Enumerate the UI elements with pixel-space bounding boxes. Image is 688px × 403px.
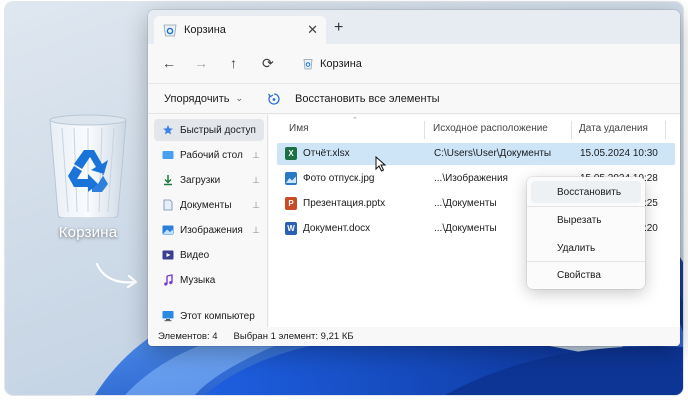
sidebar-item-documents[interactable]: Документы ⊥: [154, 194, 264, 216]
context-menu-restore[interactable]: Восстановить: [531, 181, 641, 203]
column-divider[interactable]: [424, 121, 425, 139]
command-bar: Упорядочить ⌄ Восстановить все элементы: [148, 84, 680, 114]
column-header-location[interactable]: Исходное расположение: [433, 123, 548, 134]
file-location: ...\Изображения: [434, 173, 508, 184]
file-explorer-window: Корзина ✕ + ← → ↑ ⟳ Корзина Упорядочить …: [148, 10, 680, 346]
up-icon[interactable]: ↑: [230, 55, 237, 71]
context-menu-delete[interactable]: Удалить: [531, 237, 641, 259]
curved-arrow-icon: [95, 262, 138, 289]
sidebar-item-label: Музыка: [180, 274, 216, 286]
restore-icon[interactable]: [267, 92, 281, 106]
sidebar-item-label: Документы: [180, 199, 232, 211]
sidebar-item-label: Изображения: [180, 224, 243, 236]
menu-divider: [527, 261, 645, 262]
sort-indicator-icon: ⌃: [352, 117, 358, 124]
file-date: 15.05.2024 10:30: [580, 148, 658, 159]
pin-icon: ⊥: [252, 149, 260, 160]
file-name: Фото отпуск.jpg: [303, 173, 375, 184]
sidebar-item-desktop[interactable]: Рабочий стол ⊥: [154, 144, 264, 166]
sidebar-item-label: Быстрый доступ: [180, 124, 256, 136]
documents-folder-icon: [162, 199, 174, 211]
word-file-icon: W: [285, 222, 297, 235]
back-icon[interactable]: ←: [162, 55, 176, 71]
file-location: C:\Users\User\Документы: [434, 148, 552, 159]
title-bar: Корзина ✕ +: [148, 10, 680, 44]
powerpoint-file-icon: P: [285, 197, 297, 210]
column-divider[interactable]: [665, 121, 666, 139]
column-divider[interactable]: [571, 121, 572, 139]
context-menu-properties[interactable]: Свойства: [531, 264, 641, 286]
music-folder-icon: [162, 274, 174, 286]
context-menu: Восстановить Вырезать Удалить Свойства: [527, 177, 645, 289]
selection-info: Выбран 1 элемент: 9,21 КБ: [233, 331, 354, 342]
context-menu-cut[interactable]: Вырезать: [531, 209, 641, 231]
tab-title: Корзина: [184, 24, 226, 36]
file-location: ...\Документы: [434, 223, 497, 234]
sidebar-item-pictures[interactable]: Изображения ⊥: [154, 219, 264, 241]
column-header-date[interactable]: Дата удаления: [579, 123, 648, 134]
recycle-bin-address-icon: [302, 58, 314, 70]
sidebar-item-videos[interactable]: Видео: [154, 244, 264, 266]
file-name: Отчёт.xlsx: [303, 148, 350, 159]
image-file-icon: [285, 172, 297, 185]
address-text: Корзина: [320, 58, 362, 70]
file-name: Документ.docx: [303, 223, 371, 234]
sidebar-item-quick-access[interactable]: Быстрый доступ: [154, 119, 264, 141]
close-tab-icon[interactable]: ✕: [307, 22, 318, 38]
refresh-icon[interactable]: ⟳: [262, 55, 274, 72]
file-row[interactable]: X Отчёт.xlsx C:\Users\User\Документы 15.…: [277, 143, 675, 165]
recycle-bin-icon: [49, 114, 127, 218]
tab-recycle-bin[interactable]: Корзина ✕: [154, 16, 326, 44]
address-bar[interactable]: Корзина: [298, 52, 678, 76]
file-location: ...\Документы: [434, 198, 497, 209]
item-count: Элементов: 4: [158, 331, 218, 342]
mouse-cursor-icon: [375, 156, 387, 172]
desktop-recycle-bin[interactable]: Корзина: [33, 112, 143, 241]
video-folder-icon: [162, 249, 174, 261]
navigation-bar: ← → ↑ ⟳ Корзина: [148, 44, 680, 84]
recycle-bin-small-icon: [162, 23, 178, 37]
computer-icon: [162, 310, 174, 322]
downloads-folder-icon: [162, 174, 174, 186]
sidebar-item-label: Рабочий стол: [180, 149, 243, 161]
forward-icon[interactable]: →: [194, 55, 208, 71]
menu-divider: [527, 206, 645, 207]
sort-button[interactable]: Упорядочить ⌄: [164, 93, 243, 105]
sidebar-item-label: Загрузки: [180, 174, 221, 186]
navigation-pane: Быстрый доступ Рабочий стол ⊥ Загрузки ⊥…: [148, 115, 268, 327]
star-icon: [162, 124, 174, 136]
status-bar: Элементов: 4 Выбран 1 элемент: 9,21 КБ: [148, 327, 680, 346]
chevron-down-icon: ⌄: [235, 93, 244, 103]
sidebar-item-this-pc[interactable]: Этот компьютер: [154, 305, 264, 327]
sidebar-item-downloads[interactable]: Загрузки ⊥: [154, 169, 264, 191]
excel-file-icon: X: [285, 147, 297, 160]
sidebar-item-label: Видео: [180, 249, 210, 261]
sidebar-item-label: Этот компьютер: [180, 310, 255, 322]
desktop-folder-icon: [162, 149, 174, 161]
restore-all-button[interactable]: Восстановить все элементы: [295, 93, 440, 105]
pin-icon: ⊥: [252, 199, 260, 210]
new-tab-button[interactable]: +: [334, 19, 343, 37]
pin-icon: ⊥: [252, 224, 260, 235]
sidebar-item-music[interactable]: Музыка: [154, 269, 264, 291]
pictures-folder-icon: [162, 224, 174, 236]
pin-icon: ⊥: [252, 174, 260, 185]
file-name: Презентация.pptx: [303, 198, 386, 209]
recycle-bin-label: Корзина: [58, 224, 118, 241]
sort-label: Упорядочить: [164, 92, 230, 105]
column-header-name[interactable]: Имя: [289, 123, 308, 134]
